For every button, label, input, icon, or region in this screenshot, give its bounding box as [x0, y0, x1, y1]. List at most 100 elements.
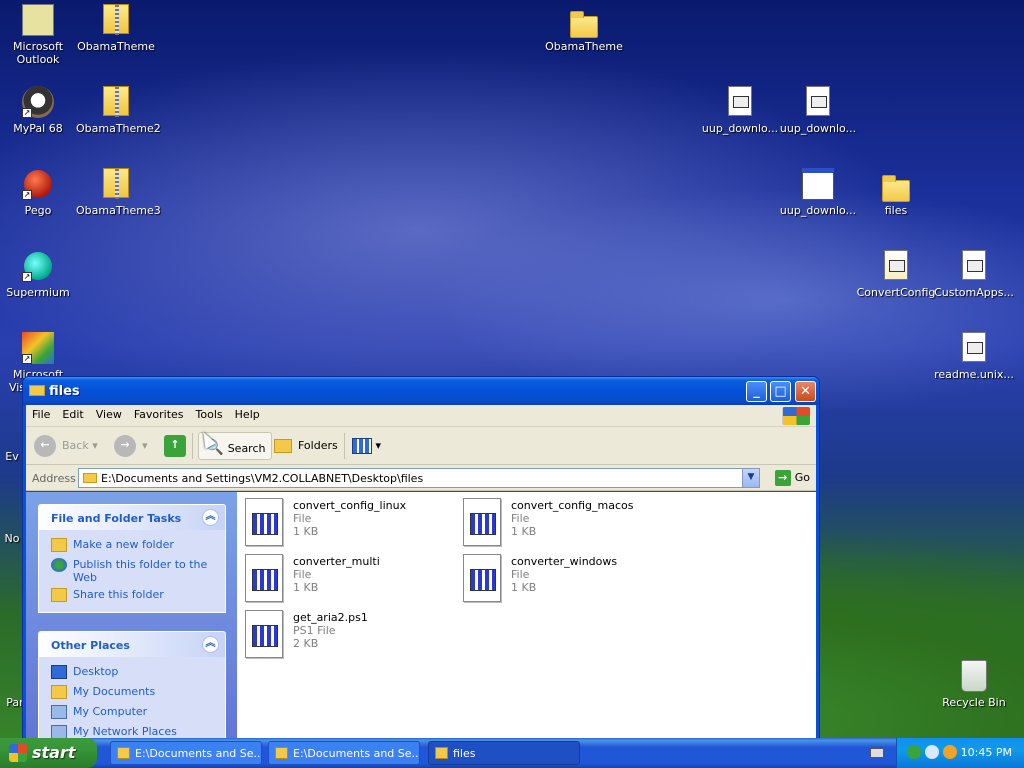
- file-size: 1 KB: [511, 581, 537, 594]
- desktop-icon-supermium[interactable]: ↗ Supermium: [0, 250, 78, 299]
- taskbar-button[interactable]: E:\Documents and Se...: [110, 741, 262, 765]
- taskbar: start E:\Documents and Se... E:\Document…: [0, 738, 1024, 768]
- search-label: Search: [227, 442, 266, 455]
- file-item[interactable]: convert_config_macos File 1 KB: [455, 492, 665, 546]
- desktop-icon-uup-download-2[interactable]: uup_downlo...: [778, 86, 858, 135]
- panel-header[interactable]: Other Places ︽: [39, 632, 225, 657]
- address-dropdown-button[interactable]: ▼: [742, 469, 759, 487]
- network-icon[interactable]: [907, 745, 921, 759]
- menu-edit[interactable]: Edit: [56, 405, 89, 421]
- visual-studio-icon: ↗: [22, 332, 54, 364]
- desktop-icon-obamatheme2[interactable]: ObamaTheme2: [76, 86, 161, 135]
- window-title: files: [49, 384, 80, 399]
- search-icon[interactable]: [943, 745, 957, 759]
- cmd-script-icon: [962, 332, 986, 362]
- desktop-icon-obamatheme3[interactable]: ObamaTheme3: [76, 168, 161, 217]
- desktop-icon-obamatheme-zip[interactable]: ObamaTheme: [76, 4, 156, 53]
- file-name: converter_windows: [511, 555, 618, 568]
- maximize-button[interactable]: □: [770, 381, 791, 402]
- desktop-icon-obamatheme-folder[interactable]: ObamaTheme: [544, 4, 624, 53]
- desktop-icon-customapps[interactable]: CustomApps...: [934, 250, 1014, 299]
- menu-help[interactable]: Help: [229, 405, 266, 421]
- my-documents-icon: [51, 685, 67, 699]
- mypal-icon: ↗: [22, 86, 54, 118]
- desktop-icon-label: uup_downlo...: [779, 204, 857, 217]
- zip-folder-icon: [103, 86, 129, 117]
- desktop-icon-files[interactable]: files: [856, 168, 936, 217]
- taskbar-button-active[interactable]: files: [428, 741, 580, 765]
- folder-up-icon: ↑: [164, 435, 186, 457]
- desktop-icon-recycle-bin[interactable]: Recycle Bin: [934, 660, 1014, 709]
- desktop-icon-uup-download-1[interactable]: uup_downlo...: [700, 86, 780, 135]
- back-button[interactable]: ← Back ▾: [34, 432, 98, 460]
- go-button[interactable]: → Go: [774, 470, 810, 486]
- address-input[interactable]: E:\Documents and Settings\VM2.COLLABNET\…: [78, 468, 760, 488]
- up-button[interactable]: ↑: [164, 432, 192, 460]
- windows-logo-icon: [782, 407, 810, 425]
- desktop-icon-label: Recycle Bin: [942, 696, 1006, 709]
- start-button[interactable]: start: [0, 738, 97, 768]
- desktop-icon-label: files: [884, 204, 908, 217]
- zip-folder-icon: [103, 168, 129, 199]
- volume-icon[interactable]: [925, 745, 939, 759]
- minimize-button[interactable]: _: [746, 381, 767, 402]
- desktop-icon-label: Pego: [24, 204, 52, 217]
- go-arrow-icon: →: [774, 470, 791, 486]
- gear-window-icon: [802, 168, 834, 200]
- file-item[interactable]: converter_windows File 1 KB: [455, 548, 665, 602]
- views-button[interactable]: ▾: [352, 432, 381, 460]
- folder-icon: [435, 747, 448, 759]
- file-item[interactable]: get_aria2.ps1 PS1 File 2 KB: [237, 604, 447, 658]
- menu-tools[interactable]: Tools: [190, 405, 229, 421]
- recycle-bin-icon: [961, 660, 987, 692]
- desktop-icon-label: uup_downlo...: [779, 122, 857, 135]
- place-desktop[interactable]: Desktop: [39, 663, 225, 683]
- panel-title: Other Places: [51, 639, 130, 652]
- desktop-icon-pego[interactable]: ↗ Pego: [0, 168, 78, 217]
- desktop-icon-label: ObamaTheme: [77, 40, 155, 53]
- menu-view[interactable]: View: [90, 405, 128, 421]
- desktop-icon-mypal[interactable]: ↗ MyPal 68: [0, 86, 78, 135]
- task-share-folder[interactable]: Share this folder: [39, 586, 225, 606]
- desktop-icon-readme-unix[interactable]: readme.unix...: [934, 332, 1014, 381]
- views-icon: [352, 438, 372, 454]
- title-bar[interactable]: files _ □ ✕: [23, 377, 819, 405]
- share-folder-icon: [51, 588, 67, 602]
- task-make-new-folder[interactable]: Make a new folder: [39, 536, 225, 556]
- place-my-network-places[interactable]: My Network Places: [39, 723, 225, 739]
- desktop-icon-microsoft-outlook[interactable]: Microsoft Outlook: [0, 4, 78, 66]
- collapse-chevron-icon[interactable]: ︽: [202, 636, 219, 653]
- back-arrow-icon: ←: [34, 435, 56, 457]
- file-item[interactable]: converter_multi File 1 KB: [237, 548, 447, 602]
- menu-file[interactable]: File: [26, 405, 56, 421]
- place-my-computer[interactable]: My Computer: [39, 703, 225, 723]
- task-publish-to-web[interactable]: Publish this folder to the Web: [39, 556, 225, 586]
- address-label: Address: [32, 472, 76, 485]
- desktop-icon-label: uup_downlo...: [701, 122, 779, 135]
- back-label: Back: [62, 439, 89, 452]
- panel-header[interactable]: File and Folder Tasks ︽: [39, 505, 225, 530]
- system-tray: 10:45 PM: [896, 738, 1024, 768]
- file-item[interactable]: convert_config_linux File 1 KB: [237, 492, 447, 546]
- taskbar-button[interactable]: E:\Documents and Se...: [268, 741, 420, 765]
- place-my-documents[interactable]: My Documents: [39, 683, 225, 703]
- cmd-script-icon: [806, 86, 830, 116]
- script-file-icon: [463, 498, 501, 546]
- script-file-icon: [245, 610, 283, 658]
- desktop-icon-convertconfig[interactable]: ConvertConfig: [856, 250, 936, 299]
- globe-icon: [51, 558, 67, 572]
- address-value: E:\Documents and Settings\VM2.COLLABNET\…: [101, 472, 424, 485]
- keyboard-icon[interactable]: [870, 748, 884, 758]
- close-button[interactable]: ✕: [795, 381, 816, 402]
- file-size: 1 KB: [293, 525, 319, 538]
- desktop-icon-uup-download-3[interactable]: uup_downlo...: [778, 168, 858, 217]
- file-type: File: [293, 568, 312, 581]
- menu-favorites[interactable]: Favorites: [128, 405, 190, 421]
- forward-button[interactable]: → ▾: [114, 432, 148, 460]
- folders-button[interactable]: Folders: [274, 432, 338, 460]
- folder-icon: [882, 175, 910, 202]
- collapse-chevron-icon[interactable]: ︽: [202, 509, 219, 526]
- clock[interactable]: 10:45 PM: [961, 746, 1012, 759]
- menu-bar: File Edit View Favorites Tools Help: [26, 405, 816, 427]
- notepad-icon: [117, 747, 130, 759]
